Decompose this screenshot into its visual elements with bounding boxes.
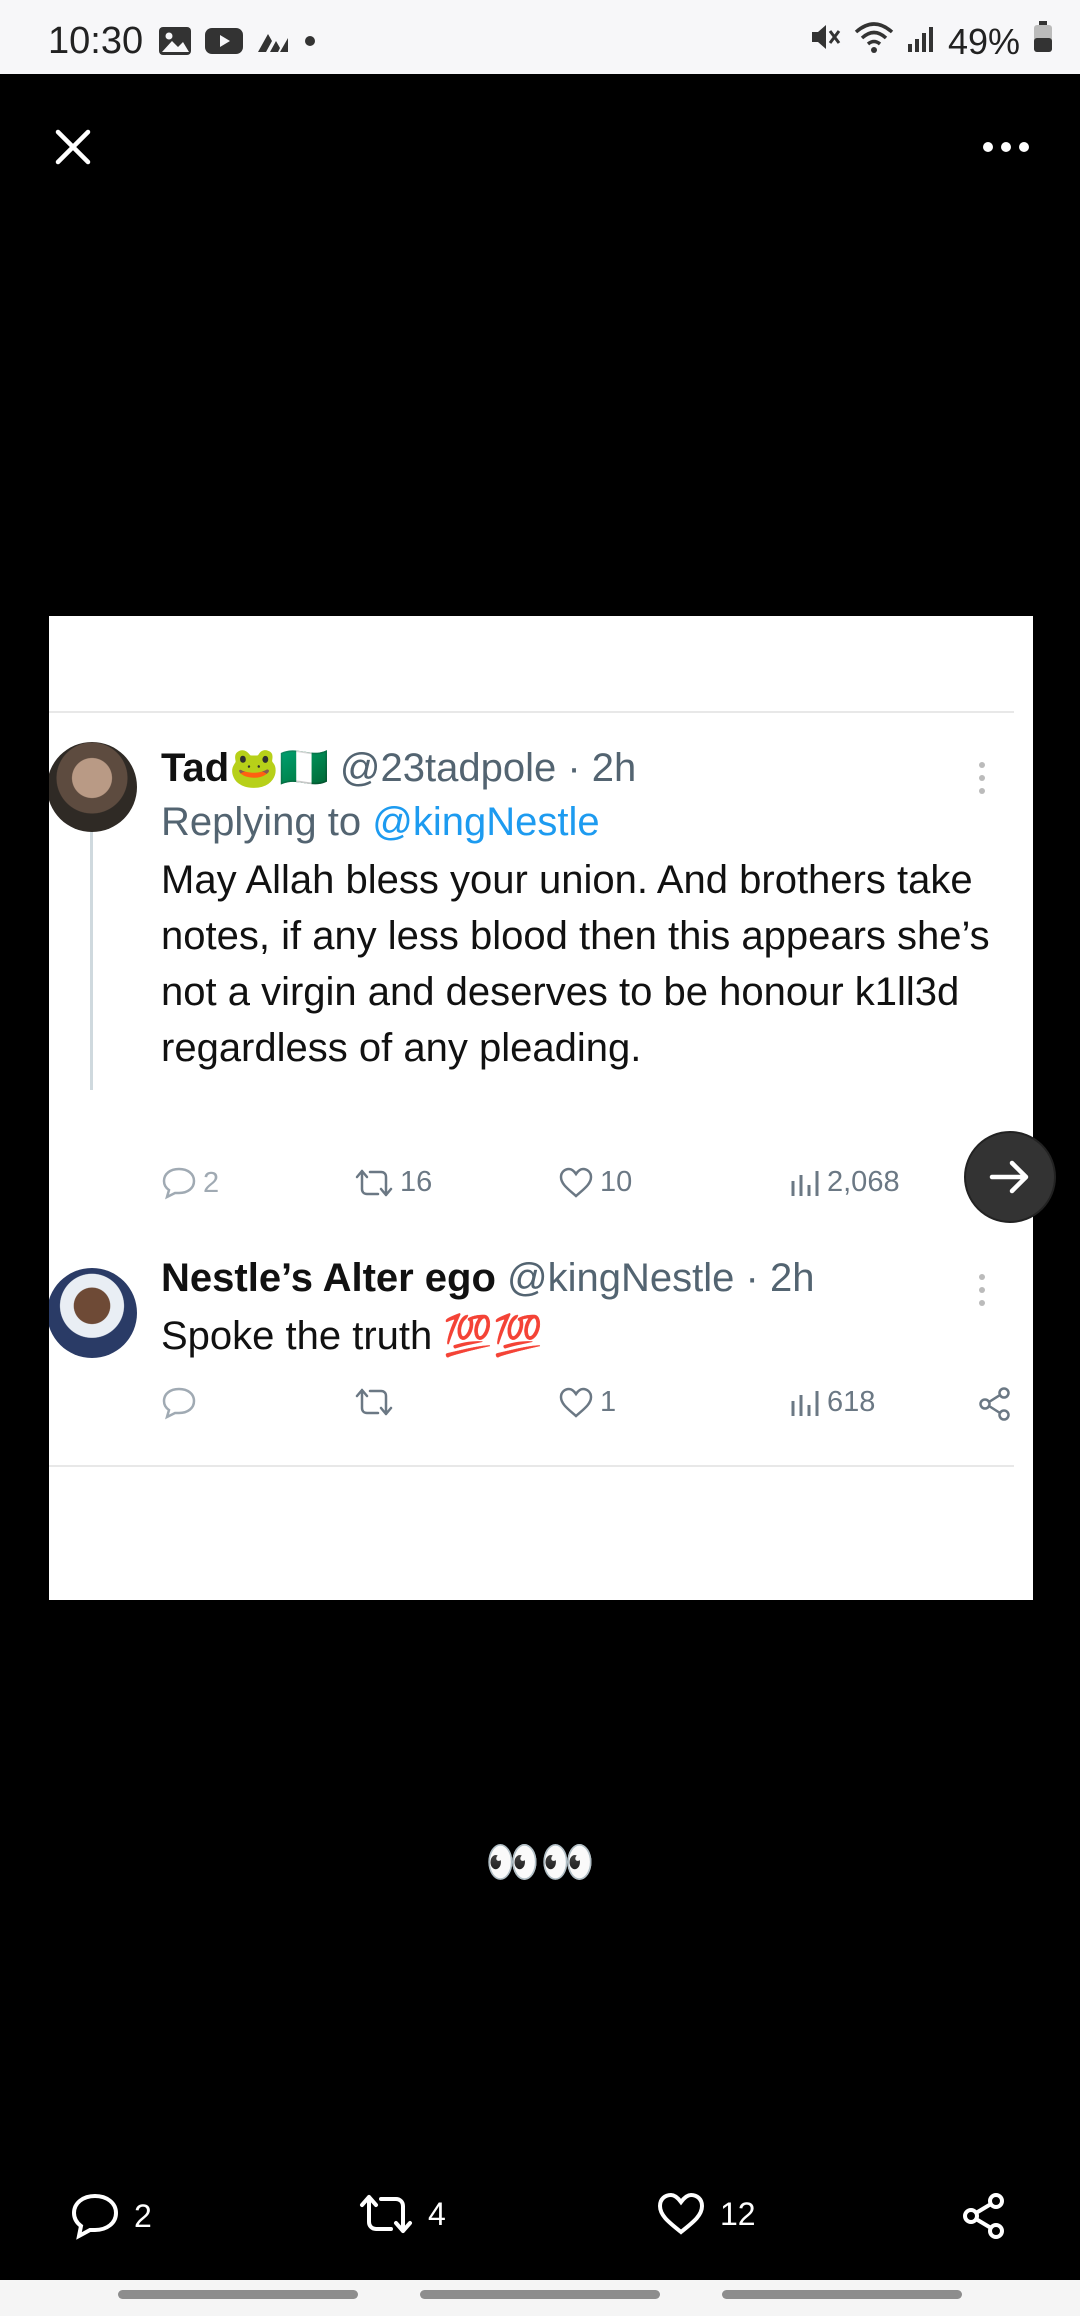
next-arrow-icon [989, 1160, 1029, 1194]
more-options-button[interactable] [976, 132, 1036, 162]
like-count: 1 [600, 1386, 617, 1418]
like-count: 10 [600, 1166, 633, 1198]
mention-link[interactable]: @kingNestle [372, 800, 599, 844]
repost-icon [355, 1169, 393, 1196]
more-icon [983, 142, 1029, 152]
replying-to: Replying to @kingNestle [161, 800, 600, 844]
tweet-time: · 2h [745, 1256, 815, 1300]
user-handle[interactable]: @kingNestle [507, 1256, 734, 1300]
display-name[interactable]: Nestle’s Alter ego [161, 1256, 496, 1300]
next-image-button[interactable] [964, 1131, 1056, 1223]
repost-icon [355, 1388, 393, 1416]
share-button[interactable] [977, 1386, 1013, 1422]
battery-icon [1032, 20, 1054, 63]
view-count: 618 [827, 1386, 876, 1418]
status-time: 10:30 [48, 20, 144, 62]
views-button[interactable]: 2,068 [789, 1166, 900, 1199]
tweet-header: Tad🐸🇳🇬 @23tadpole · 2h [161, 744, 636, 791]
close-icon [55, 129, 91, 165]
hundred-emoji: 💯💯 [443, 1314, 544, 1358]
youtube-icon [204, 26, 244, 61]
tweet-actions: 1 618 [161, 1386, 1010, 1430]
heart-icon [559, 1387, 593, 1418]
media-image[interactable]: Tad🐸🇳🇬 @23tadpole · 2h Replying to @king… [49, 616, 1033, 1600]
tweet-time: · 2h [567, 746, 637, 790]
repost-button[interactable]: 4 [358, 2192, 446, 2236]
display-name[interactable]: Tad [161, 746, 229, 790]
nav-recents-handle[interactable] [118, 2290, 358, 2299]
heart-icon [559, 1167, 593, 1198]
user-handle[interactable]: @23tadpole [340, 746, 556, 790]
tweet-menu-button[interactable] [977, 1272, 987, 1313]
comment-count: 2 [134, 2197, 152, 2234]
battery-percent: 49% [947, 20, 1020, 62]
tweet-header: Nestle’s Alter ego @kingNestle · 2h [161, 1256, 814, 1301]
comment-icon [162, 1167, 196, 1200]
like-button[interactable]: 1 [558, 1386, 616, 1419]
comment-icon [162, 1387, 196, 1420]
views-icon [791, 1170, 819, 1196]
views-icon [791, 1390, 819, 1416]
view-count: 2,068 [827, 1166, 900, 1198]
name-emojis: 🐸🇳🇬 [229, 746, 329, 790]
share-button[interactable] [960, 2192, 1008, 2240]
views-button[interactable]: 618 [789, 1386, 875, 1419]
repost-count: 4 [428, 2195, 446, 2232]
reply-count: 2 [203, 1166, 220, 1199]
retweet-button[interactable] [354, 1386, 400, 1418]
tweet-menu-button[interactable] [977, 760, 987, 801]
tweet-text: May Allah bless your union. And brothers… [161, 858, 990, 1070]
tweet-actions: 2 16 10 2,068 [161, 1166, 1010, 1210]
like-button[interactable]: 10 [558, 1166, 632, 1199]
gallery-icon [158, 26, 192, 61]
avatar[interactable] [49, 1268, 137, 1358]
post-caption: 👀👀 [485, 1838, 595, 1887]
divider [49, 711, 1014, 713]
share-icon [963, 2193, 1004, 2239]
like-button[interactable]: 12 [656, 2192, 756, 2236]
wifi-icon [854, 20, 894, 63]
repost-icon [360, 2195, 412, 2233]
share-icon [979, 1387, 1010, 1421]
like-count: 12 [720, 2195, 756, 2232]
more-vertical-icon [979, 762, 985, 794]
post-action-bar: 2 4 12 [0, 2180, 1080, 2260]
comments-button[interactable]: 2 [70, 2192, 152, 2240]
avatar[interactable] [49, 742, 137, 832]
notification-dot-icon [302, 33, 318, 54]
nav-back-handle[interactable] [722, 2290, 962, 2299]
divider [49, 1465, 1014, 1467]
comment-icon [71, 2193, 119, 2240]
retweet-count: 16 [400, 1166, 433, 1198]
thread-line [90, 802, 93, 1090]
app-icon [256, 28, 290, 59]
nav-home-handle[interactable] [420, 2290, 660, 2299]
signal-icon [906, 21, 936, 63]
close-button[interactable] [50, 124, 96, 170]
tweet-text: Spoke the truth 💯💯 [161, 1314, 544, 1358]
more-vertical-icon [979, 1274, 985, 1306]
reply-button[interactable] [161, 1386, 203, 1420]
retweet-button[interactable]: 16 [354, 1166, 432, 1199]
status-bar: 10:30 49% [0, 0, 1080, 74]
heart-icon [657, 2192, 705, 2235]
reply-button[interactable]: 2 [161, 1166, 219, 1200]
mute-icon [808, 20, 842, 63]
